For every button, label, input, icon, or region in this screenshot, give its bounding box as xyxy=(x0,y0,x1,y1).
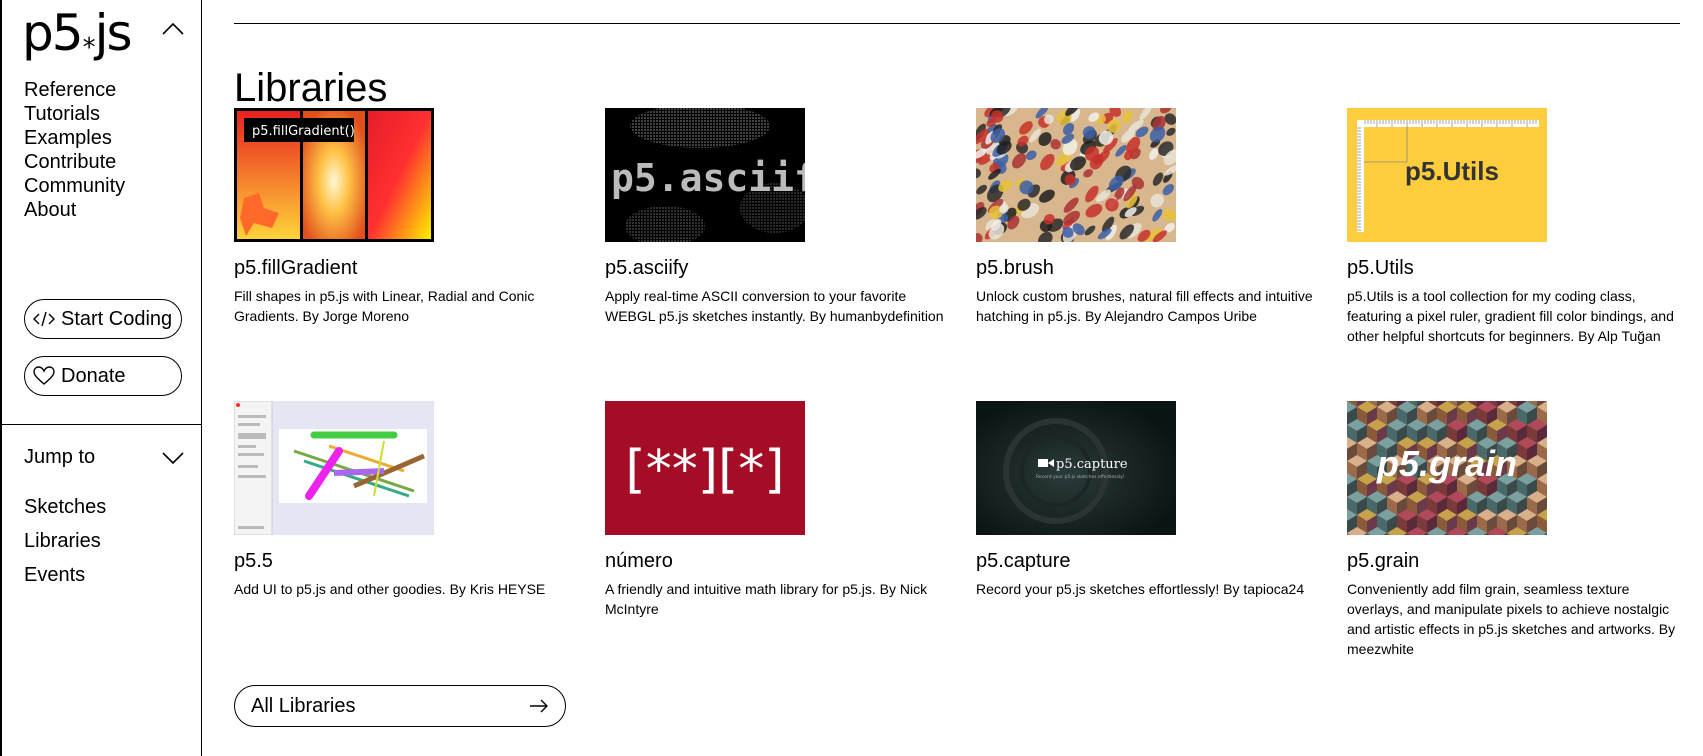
start-coding-label: Start Coding xyxy=(61,307,173,330)
thumbnail-caption: [**][*] xyxy=(625,440,784,500)
library-description: Add UI to p5.js and other goodies. By Kr… xyxy=(234,581,546,597)
nav-item-tutorials[interactable]: Tutorials xyxy=(24,102,125,126)
logo-text-p5: p5 xyxy=(22,4,84,62)
start-coding-button[interactable]: Start Coding xyxy=(24,299,182,339)
library-title[interactable]: p5.grain xyxy=(1347,549,1703,573)
thumbnail-caption: p5.grain xyxy=(1376,443,1517,484)
thumbnail-caption: p5.capture xyxy=(1056,457,1128,472)
page-title: Libraries xyxy=(234,66,388,110)
jump-to-toggle[interactable]: Jump to xyxy=(24,446,184,469)
jump-to-label: Jump to xyxy=(24,446,96,468)
chevron-down-icon xyxy=(162,451,184,464)
library-description: Apply real-time ASCII conversion to your… xyxy=(605,288,944,324)
library-description: Unlock custom brushes, natural fill effe… xyxy=(976,288,1313,324)
library-card-brush[interactable]: p5.brush Unlock custom brushes, natural … xyxy=(976,108,1347,401)
jump-item-sketches[interactable]: Sketches xyxy=(24,490,106,524)
chevron-up-icon[interactable] xyxy=(162,22,184,36)
library-thumbnail xyxy=(976,108,1176,242)
library-card-asciify[interactable]: p5.asciify p5.asciify Apply real-time AS… xyxy=(605,108,976,401)
library-title[interactable]: p5.asciify xyxy=(605,256,976,280)
library-description: Conveniently add film grain, seamless te… xyxy=(1347,581,1676,657)
library-title[interactable]: p5.brush xyxy=(976,256,1347,280)
library-description: p5.Utils is a tool collection for my cod… xyxy=(1347,288,1674,344)
library-thumbnail: p5.asciify xyxy=(605,108,805,242)
library-card-utils[interactable]: p5.Utils p5.Utils p5.Utils is a tool col… xyxy=(1347,108,1703,401)
donate-label: Donate xyxy=(61,364,126,387)
library-card-capture[interactable]: p5.capture Record your p5.js sketches ef… xyxy=(976,401,1347,694)
jump-item-libraries[interactable]: Libraries xyxy=(24,524,106,558)
library-description: A friendly and intuitive math library fo… xyxy=(605,581,928,617)
nav-item-contribute[interactable]: Contribute xyxy=(24,150,125,174)
nav-item-community[interactable]: Community xyxy=(24,174,125,198)
jump-to-list: Sketches Libraries Events xyxy=(24,490,106,592)
thumbnail-subcaption: Record your p5.js sketches effortlessly! xyxy=(1036,474,1125,480)
library-thumbnail: p5.capture Record your p5.js sketches ef… xyxy=(976,401,1176,535)
donate-button[interactable]: Donate xyxy=(24,356,182,396)
heart-icon xyxy=(33,366,55,385)
nav-item-examples[interactable]: Examples xyxy=(24,126,125,150)
library-card-p55[interactable]: p5.5 Add UI to p5.js and other goodies. … xyxy=(234,401,605,694)
arrow-right-icon xyxy=(530,699,548,713)
nav-item-about[interactable]: About xyxy=(24,198,125,222)
thumbnail-caption: p5.Utils xyxy=(1405,156,1499,186)
libraries-grid: p5.fillGradient() p5.fillGradient Fill s… xyxy=(234,108,1680,694)
library-card-numero[interactable]: [**][*] número A friendly and intuitive … xyxy=(605,401,976,694)
jump-item-events[interactable]: Events xyxy=(24,558,106,592)
all-libraries-label: All Libraries xyxy=(251,694,356,717)
top-divider xyxy=(234,23,1680,24)
sidebar: p5*js Reference Tutorials Examples Contr… xyxy=(0,0,202,756)
library-card-fillgradient[interactable]: p5.fillGradient() p5.fillGradient Fill s… xyxy=(234,108,605,401)
library-thumbnail: p5.Utils xyxy=(1347,108,1547,242)
library-description: Record your p5.js sketches effortlessly!… xyxy=(976,581,1305,597)
library-title[interactable]: p5.5 xyxy=(234,549,605,573)
all-libraries-button[interactable]: All Libraries xyxy=(234,685,566,727)
p5js-logo[interactable]: p5*js xyxy=(22,8,133,61)
sidebar-divider xyxy=(2,424,202,425)
library-description: Fill shapes in p5.js with Linear, Radial… xyxy=(234,288,535,324)
library-thumbnail: [**][*] xyxy=(605,401,805,535)
logo-star: * xyxy=(82,33,96,63)
thumbnail-caption: p5.fillGradient() xyxy=(252,124,355,139)
library-title[interactable]: p5.Utils xyxy=(1347,256,1703,280)
library-thumbnail: p5.fillGradient() xyxy=(234,108,434,242)
logo-text-js: js xyxy=(94,4,133,62)
library-card-grain[interactable]: p5.grain p5.grain Conveniently add film … xyxy=(1347,401,1703,694)
library-title[interactable]: número xyxy=(605,549,976,573)
nav-item-reference[interactable]: Reference xyxy=(24,78,125,102)
thumbnail-caption: p5.asciify xyxy=(611,156,805,200)
library-thumbnail xyxy=(234,401,434,535)
main-nav: Reference Tutorials Examples Contribute … xyxy=(24,78,125,222)
code-icon xyxy=(33,311,55,327)
library-thumbnail: p5.grain xyxy=(1347,401,1547,535)
library-title[interactable]: p5.capture xyxy=(976,549,1347,573)
library-title[interactable]: p5.fillGradient xyxy=(234,256,605,280)
